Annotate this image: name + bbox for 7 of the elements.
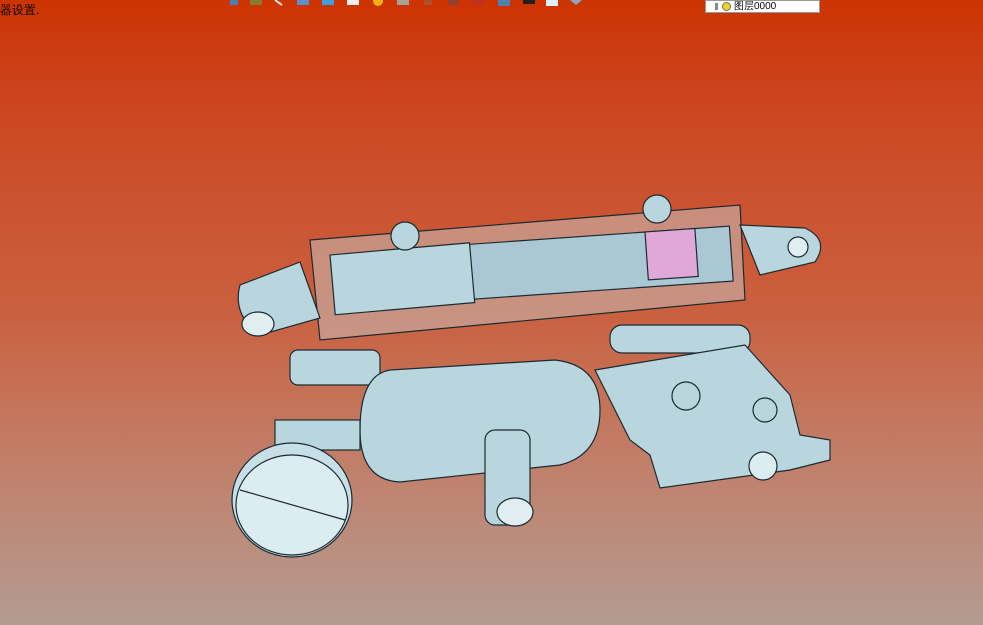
toolbar-icon[interactable]	[545, 0, 559, 7]
toolbar-icon[interactable]	[522, 0, 536, 6]
toolbar-icon[interactable]	[395, 0, 411, 6]
toolbar-icon[interactable]	[568, 0, 584, 6]
layer-dropdown[interactable]: 图层0000	[705, 0, 820, 13]
status-text: 器设置.	[0, 3, 40, 17]
toolbar-icon[interactable]	[370, 0, 386, 6]
